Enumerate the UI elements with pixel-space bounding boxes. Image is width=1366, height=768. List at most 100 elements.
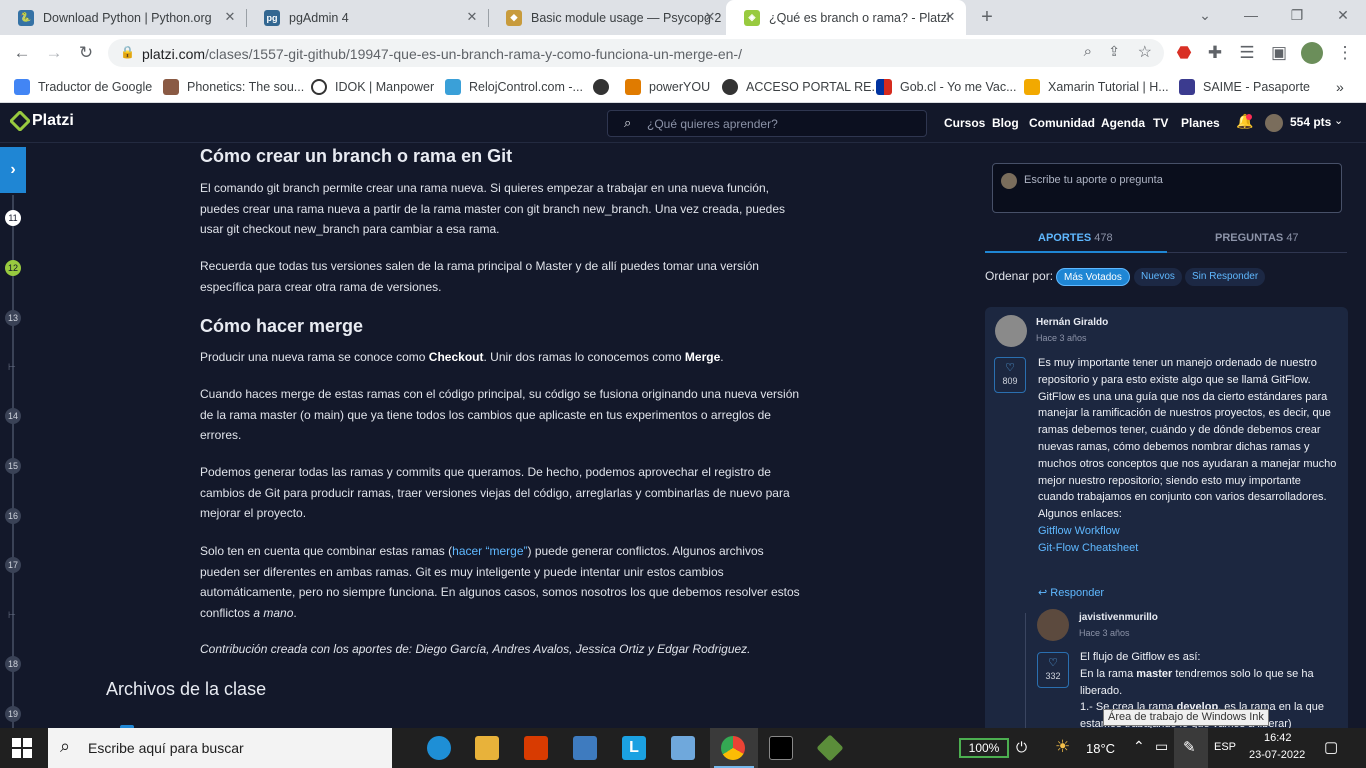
link-gitflow-workflow[interactable]: Gitflow Workflow bbox=[1038, 523, 1340, 540]
chevron-up-icon[interactable]: ⌃ bbox=[1133, 738, 1145, 755]
close-window-icon[interactable]: ✕ bbox=[1320, 0, 1366, 32]
tab-psycopg[interactable]: ◆ Basic module usage — Psycopg 2 ✕ bbox=[488, 0, 726, 35]
new-tab-icon[interactable]: + bbox=[975, 5, 999, 29]
clock-time[interactable]: 16:42 bbox=[1264, 732, 1292, 744]
office-icon[interactable] bbox=[524, 736, 548, 760]
temperature[interactable]: 18°C bbox=[1086, 741, 1115, 756]
link-hacer-merge[interactable]: hacer “merge” bbox=[452, 544, 527, 558]
close-tab-icon[interactable]: ✕ bbox=[464, 9, 480, 25]
nav-cursos[interactable]: Cursos bbox=[944, 116, 985, 130]
reply-author-avatar[interactable] bbox=[1037, 609, 1069, 641]
language-indicator[interactable]: ESP bbox=[1214, 741, 1236, 753]
rail-item-14[interactable]: 14 bbox=[5, 408, 21, 424]
more-bookmarks-icon[interactable]: » bbox=[1336, 77, 1344, 97]
tab-search-icon[interactable]: ⌄ bbox=[1182, 0, 1228, 32]
tab-title: pgAdmin 4 bbox=[289, 10, 349, 25]
platzi-logo[interactable]: Platzi bbox=[10, 111, 74, 131]
bookmark-acceso-portal[interactable]: ACCESO PORTAL RE... bbox=[722, 77, 882, 97]
filter-mas-votados[interactable]: Más Votados bbox=[1056, 268, 1130, 286]
tab-preguntas[interactable]: PREGUNTAS 47 bbox=[1215, 232, 1299, 244]
address-bar[interactable]: 🔒 platzi.com/clases/1557-git-github/1994… bbox=[108, 39, 1164, 67]
expand-rail-button[interactable]: › bbox=[0, 147, 26, 193]
chevron-down-icon[interactable]: ⌄ bbox=[1334, 114, 1343, 127]
tab-pgadmin[interactable]: pg pgAdmin 4 ✕ bbox=[246, 0, 488, 35]
comment-author[interactable]: Hernán Giraldo bbox=[1036, 317, 1108, 328]
forward-icon[interactable]: → bbox=[42, 41, 66, 65]
edge-icon[interactable] bbox=[427, 736, 451, 760]
close-tab-icon[interactable]: ✕ bbox=[942, 9, 958, 25]
minimize-icon[interactable]: — bbox=[1228, 0, 1274, 32]
user-avatar[interactable] bbox=[1265, 114, 1283, 132]
course-search-input[interactable]: ⌕ ¿Qué quieres aprender? bbox=[607, 110, 927, 137]
network-app-icon[interactable] bbox=[573, 736, 597, 760]
like-button[interactable]: ♡ 809 bbox=[994, 357, 1026, 393]
rail-item-15[interactable]: 15 bbox=[5, 458, 21, 474]
windows-start-icon[interactable] bbox=[12, 738, 32, 758]
url-text[interactable]: platzi.com/clases/1557-git-github/19947-… bbox=[142, 46, 742, 62]
rail-item-17[interactable]: 17 bbox=[5, 557, 21, 573]
nav-planes[interactable]: Planes bbox=[1181, 116, 1220, 130]
nav-tv[interactable]: TV bbox=[1153, 116, 1168, 130]
reply-like-button[interactable]: ♡ 332 bbox=[1037, 652, 1069, 688]
notification-dot bbox=[1246, 114, 1252, 120]
ask-question-input[interactable]: Escribe tu aporte o pregunta bbox=[992, 163, 1342, 213]
clock-date[interactable]: 23-07-2022 bbox=[1249, 749, 1305, 761]
bookmark-globe[interactable] bbox=[593, 77, 617, 97]
control-panel-icon[interactable] bbox=[671, 736, 695, 760]
rail-item-16[interactable]: 16 bbox=[5, 508, 21, 524]
close-tab-icon[interactable]: ✕ bbox=[222, 9, 238, 25]
terminal-icon[interactable] bbox=[769, 736, 793, 760]
side-panel-icon[interactable]: ▣ bbox=[1267, 41, 1291, 65]
link-gitflow-cheatsheet[interactable]: Git-Flow Cheatsheet bbox=[1038, 540, 1340, 557]
bookmark-label: Gob.cl - Yo me Vac... bbox=[900, 80, 1017, 94]
rail-item-18[interactable]: 18 bbox=[5, 656, 21, 672]
profile-avatar[interactable] bbox=[1301, 42, 1323, 64]
network-icon[interactable]: ▭ bbox=[1155, 738, 1168, 755]
taskbar-search-input[interactable]: ⌕ Escribe aquí para buscar bbox=[48, 728, 392, 768]
tab-aportes[interactable]: APORTES 478 bbox=[1038, 232, 1113, 244]
back-icon[interactable]: ← bbox=[10, 41, 34, 65]
menu-icon[interactable]: ⋮ bbox=[1333, 41, 1357, 65]
tab-platzi[interactable]: ◈ ¿Qué es branch o rama? - Platzi ✕ bbox=[726, 0, 966, 35]
rail-item-11[interactable]: 11 bbox=[5, 210, 21, 226]
reply-author[interactable]: javistivenmurillo bbox=[1079, 612, 1158, 623]
weather-icon[interactable]: ☀ bbox=[1055, 737, 1070, 757]
nav-agenda[interactable]: Agenda bbox=[1101, 116, 1145, 130]
restore-icon[interactable]: ❐ bbox=[1274, 0, 1320, 32]
nav-blog[interactable]: Blog bbox=[992, 116, 1019, 130]
rail-item-13[interactable]: 13 bbox=[5, 310, 21, 326]
battery-percentage[interactable]: 100% bbox=[959, 738, 1009, 758]
bookmark-saime[interactable]: SAIME - Pasaporte bbox=[1179, 77, 1310, 97]
reply-button[interactable]: ↩ Responder bbox=[1038, 586, 1104, 599]
zoom-icon[interactable]: ⌕ bbox=[1084, 43, 1092, 60]
close-tab-icon[interactable]: ✕ bbox=[702, 9, 718, 25]
windows-ink-icon[interactable]: ✎ bbox=[1183, 738, 1196, 756]
tab-python[interactable]: 🐍 Download Python | Python.org ✕ bbox=[0, 0, 246, 35]
author-avatar[interactable] bbox=[995, 315, 1027, 347]
rail-item-12-current[interactable]: 12 bbox=[5, 260, 21, 276]
rail-item-19[interactable]: 19 bbox=[5, 706, 21, 722]
share-icon[interactable]: ⇪ bbox=[1108, 43, 1120, 60]
filter-nuevos[interactable]: Nuevos bbox=[1134, 268, 1182, 286]
bookmark-star-icon[interactable]: ☆ bbox=[1138, 42, 1152, 62]
user-points[interactable]: 554 pts bbox=[1290, 115, 1331, 129]
media-icon[interactable]: ☰ bbox=[1235, 41, 1259, 65]
filter-sin-responder[interactable]: Sin Responder bbox=[1185, 268, 1266, 286]
chrome-icon[interactable] bbox=[721, 736, 745, 760]
bookmark-poweryou[interactable]: powerYOU bbox=[625, 77, 710, 97]
bookmark-xamarin[interactable]: Xamarin Tutorial | H... bbox=[1024, 77, 1169, 97]
sourcetree-icon[interactable] bbox=[816, 734, 844, 762]
l-app-icon[interactable]: L bbox=[622, 736, 646, 760]
bookmark-relojcontrol[interactable]: RelojControl.com -... bbox=[445, 77, 583, 97]
adblock-extension-icon[interactable]: ⬣ bbox=[1172, 41, 1196, 65]
extensions-icon[interactable]: ✚ bbox=[1203, 41, 1227, 65]
file-explorer-icon[interactable] bbox=[475, 736, 499, 760]
bookmark-idok[interactable]: IDOK | Manpower bbox=[311, 77, 434, 97]
bookmark-phonetics[interactable]: Phonetics: The sou... bbox=[163, 77, 304, 97]
bookmark-google-translate[interactable]: Traductor de Google bbox=[14, 77, 152, 97]
reload-icon[interactable]: ↻ bbox=[74, 41, 98, 65]
nav-comunidad[interactable]: Comunidad bbox=[1029, 116, 1095, 130]
notifications-icon[interactable]: ▢ bbox=[1324, 738, 1338, 756]
bookmark-gob-cl[interactable]: Gob.cl - Yo me Vac... bbox=[876, 77, 1017, 97]
psycopg-icon: ◆ bbox=[506, 9, 522, 26]
